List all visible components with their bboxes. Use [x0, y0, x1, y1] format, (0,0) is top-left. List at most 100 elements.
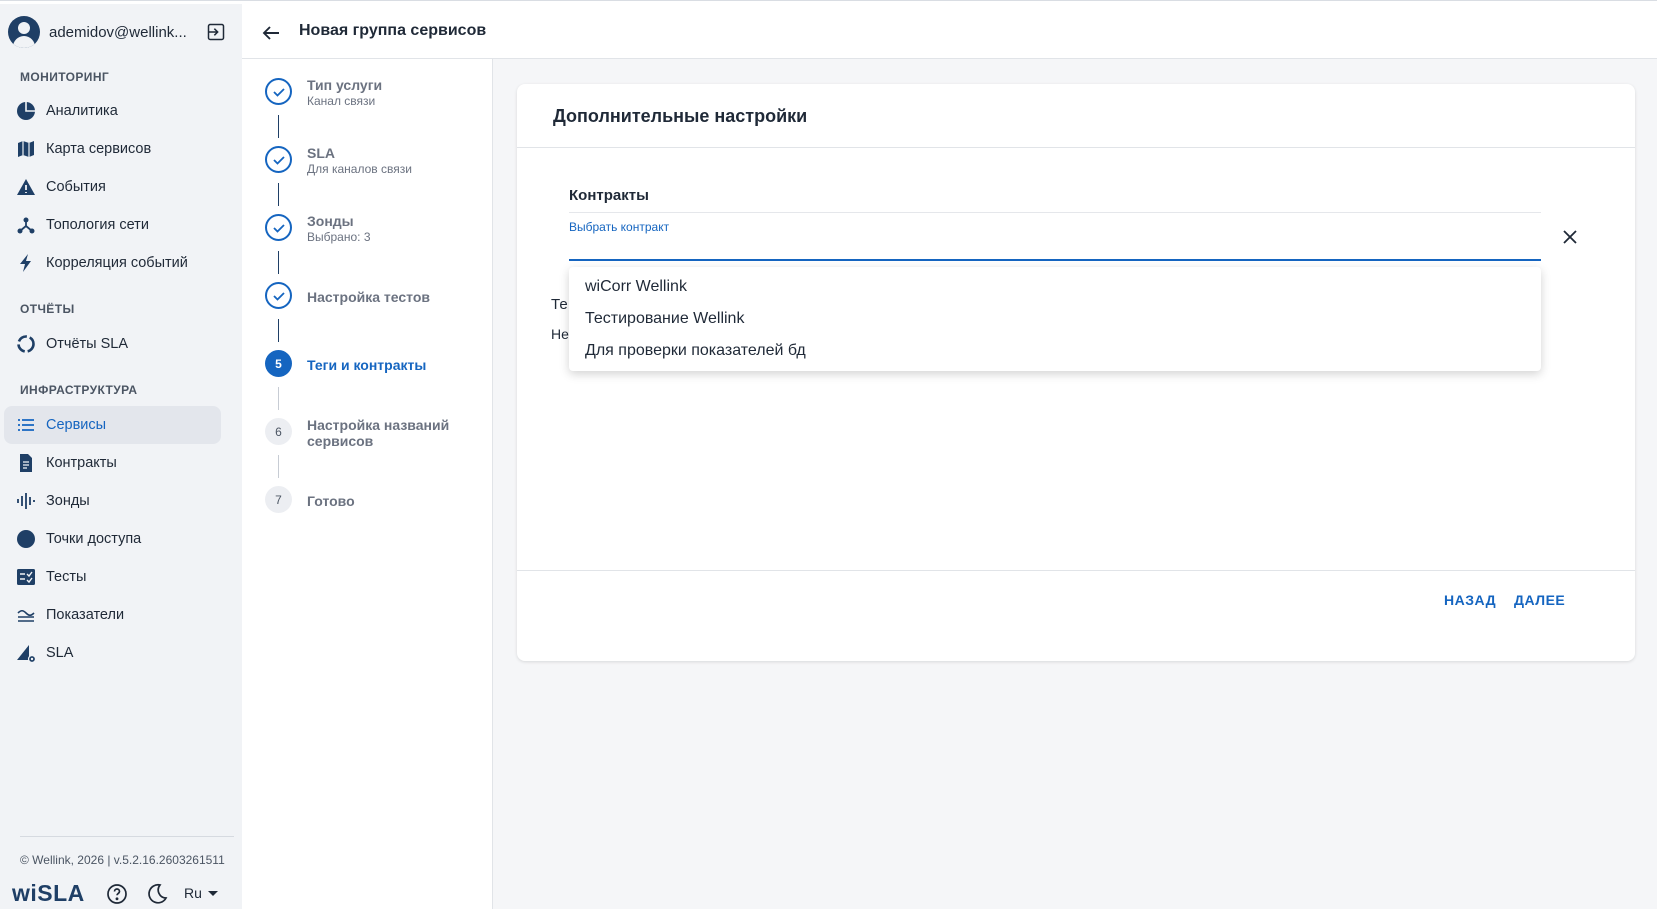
sidebar-item-label: События: [46, 179, 106, 195]
sidebar-item-topology[interactable]: Топология сети: [4, 206, 221, 244]
tags-label-partial: Те: [551, 296, 568, 313]
settings-card: Дополнительные настройки Контракты Выбра…: [517, 84, 1635, 661]
step-7-marker: 7: [265, 486, 292, 513]
sidebar-item-analytics[interactable]: Аналитика: [4, 92, 221, 130]
card-title: Дополнительные настройки: [553, 106, 808, 126]
step-3-subtitle: Выбрано: 3: [307, 230, 371, 244]
sidebar-item-label: Аналитика: [46, 103, 118, 119]
sidebar-footer-divider: [20, 836, 234, 837]
step-connector: [278, 115, 279, 138]
sidebar-item-label: SLA: [46, 645, 74, 661]
clear-icon[interactable]: [1561, 228, 1579, 246]
step-connector: [278, 387, 279, 410]
step-2-check-icon: [265, 146, 292, 173]
sidebar-item-label: Точки доступа: [46, 531, 142, 547]
sidebar-item-label: Тесты: [46, 569, 87, 585]
sidebar-item-contracts[interactable]: Контракты: [4, 444, 221, 482]
waveform-icon: [14, 489, 38, 513]
pie-chart-icon: [14, 99, 38, 123]
sidebar-item-label: Карта сервисов: [46, 141, 152, 157]
list-icon: [14, 413, 38, 437]
sidebar-item-sla[interactable]: SLA: [4, 634, 221, 672]
sidebar-item-sla-reports[interactable]: Отчёты SLA: [4, 325, 221, 363]
contract-select-input[interactable]: [569, 259, 1541, 261]
chevron-down-icon: [207, 890, 218, 896]
sidebar-item-access-points[interactable]: Точки доступа: [4, 520, 221, 558]
step-connector: [278, 319, 279, 342]
sidebar-item-label: Корреляция событий: [46, 255, 188, 271]
user-email: ademidov@wellink...: [49, 23, 187, 41]
copyright-text: © Wellink, 2026 | v.5.2.16.2603261511: [20, 853, 225, 867]
no-tags-text-partial: Не: [551, 326, 569, 342]
sidebar-item-events[interactable]: События: [4, 168, 221, 206]
step-7-title: Готово: [307, 493, 355, 509]
step-connector: [278, 251, 279, 274]
sidebar: ademidov@wellink... МОНИТОРИНГ Аналитика…: [0, 4, 242, 909]
sidebar-item-probes[interactable]: Зонды: [4, 482, 221, 520]
card-footer-divider: [517, 570, 1635, 571]
warning-icon: [14, 175, 38, 199]
back-button[interactable]: НАЗАД: [1444, 592, 1496, 608]
section-title-reports: ОТЧЁТЫ: [20, 302, 75, 316]
metrics-icon: [14, 603, 38, 627]
sla-settings-icon: [14, 641, 38, 665]
dark-mode-icon[interactable]: [146, 883, 168, 905]
card-divider: [517, 147, 1635, 148]
avatar-icon: [8, 16, 40, 48]
next-button[interactable]: ДАЛЕЕ: [1514, 592, 1565, 608]
topology-icon: [14, 213, 38, 237]
back-arrow-icon[interactable]: [260, 22, 282, 44]
step-6-title: Настройка названий сервисов: [307, 417, 450, 449]
contract-field-label: Выбрать контракт: [569, 220, 670, 234]
wisla-logo: wiSLA: [12, 880, 85, 906]
language-label: Ru: [184, 885, 202, 901]
sidebar-item-label: Топология сети: [46, 217, 149, 233]
step-4-title: Настройка тестов: [307, 289, 431, 305]
sidebar-item-tests[interactable]: Тесты: [4, 558, 221, 596]
step-5-marker: 5: [265, 350, 292, 377]
logout-icon[interactable]: [206, 22, 226, 42]
step-3-check-icon: [265, 214, 292, 241]
lightning-icon: [14, 251, 38, 275]
section-divider: [569, 212, 1541, 213]
step-6-marker: 6: [265, 418, 292, 445]
step-2-subtitle: Для каналов связи: [307, 162, 412, 176]
step-1-check-icon: [265, 78, 292, 105]
page-title: Новая группа сервисов: [299, 22, 487, 39]
step-connector: [278, 183, 279, 206]
user-profile[interactable]: ademidov@wellink...: [8, 14, 234, 50]
circle-progress-icon: [14, 332, 38, 356]
step-3-title: Зонды: [307, 213, 354, 229]
dropdown-option[interactable]: Для проверки показателей бд: [569, 335, 1541, 367]
section-title-infrastructure: ИНФРАСТРУКТУРА: [20, 383, 138, 397]
contracts-section-title: Контракты: [569, 187, 649, 204]
map-icon: [14, 137, 38, 161]
main-content: Дополнительные настройки Контракты Выбра…: [493, 59, 1657, 909]
step-2-title: SLA: [307, 145, 335, 161]
sidebar-item-label: Показатели: [46, 607, 125, 623]
sidebar-item-label: Контракты: [46, 455, 117, 471]
step-connector: [278, 455, 279, 478]
sidebar-item-label: Сервисы: [46, 417, 107, 433]
language-selector[interactable]: Ru: [184, 885, 218, 901]
dropdown-option[interactable]: wiCorr Wellink: [569, 271, 1541, 303]
dot-icon: [14, 527, 38, 551]
wizard-stepper: Тип услуги Канал связи SLA Для каналов с…: [242, 59, 493, 909]
checklist-icon: [14, 565, 38, 589]
sidebar-item-services[interactable]: Сервисы: [4, 406, 221, 444]
step-1-title: Тип услуги: [307, 77, 383, 93]
sidebar-item-service-map[interactable]: Карта сервисов: [4, 130, 221, 168]
document-icon: [14, 451, 38, 475]
dropdown-option[interactable]: Тестирование Wellink: [569, 303, 1541, 335]
help-icon[interactable]: [106, 883, 128, 905]
sidebar-item-metrics[interactable]: Показатели: [4, 596, 221, 634]
section-title-monitoring: МОНИТОРИНГ: [20, 70, 110, 84]
contract-dropdown: wiCorr Wellink Тестирование Wellink Для …: [569, 267, 1541, 371]
sidebar-item-label: Отчёты SLA: [46, 336, 129, 352]
step-4-check-icon: [265, 282, 292, 309]
page-header: Новая группа сервисов: [242, 4, 1657, 59]
sidebar-item-label: Зонды: [46, 493, 90, 509]
sidebar-item-event-correlation[interactable]: Корреляция событий: [4, 244, 221, 282]
step-1-subtitle: Канал связи: [307, 94, 376, 108]
step-5-title: Теги и контракты: [307, 357, 427, 373]
